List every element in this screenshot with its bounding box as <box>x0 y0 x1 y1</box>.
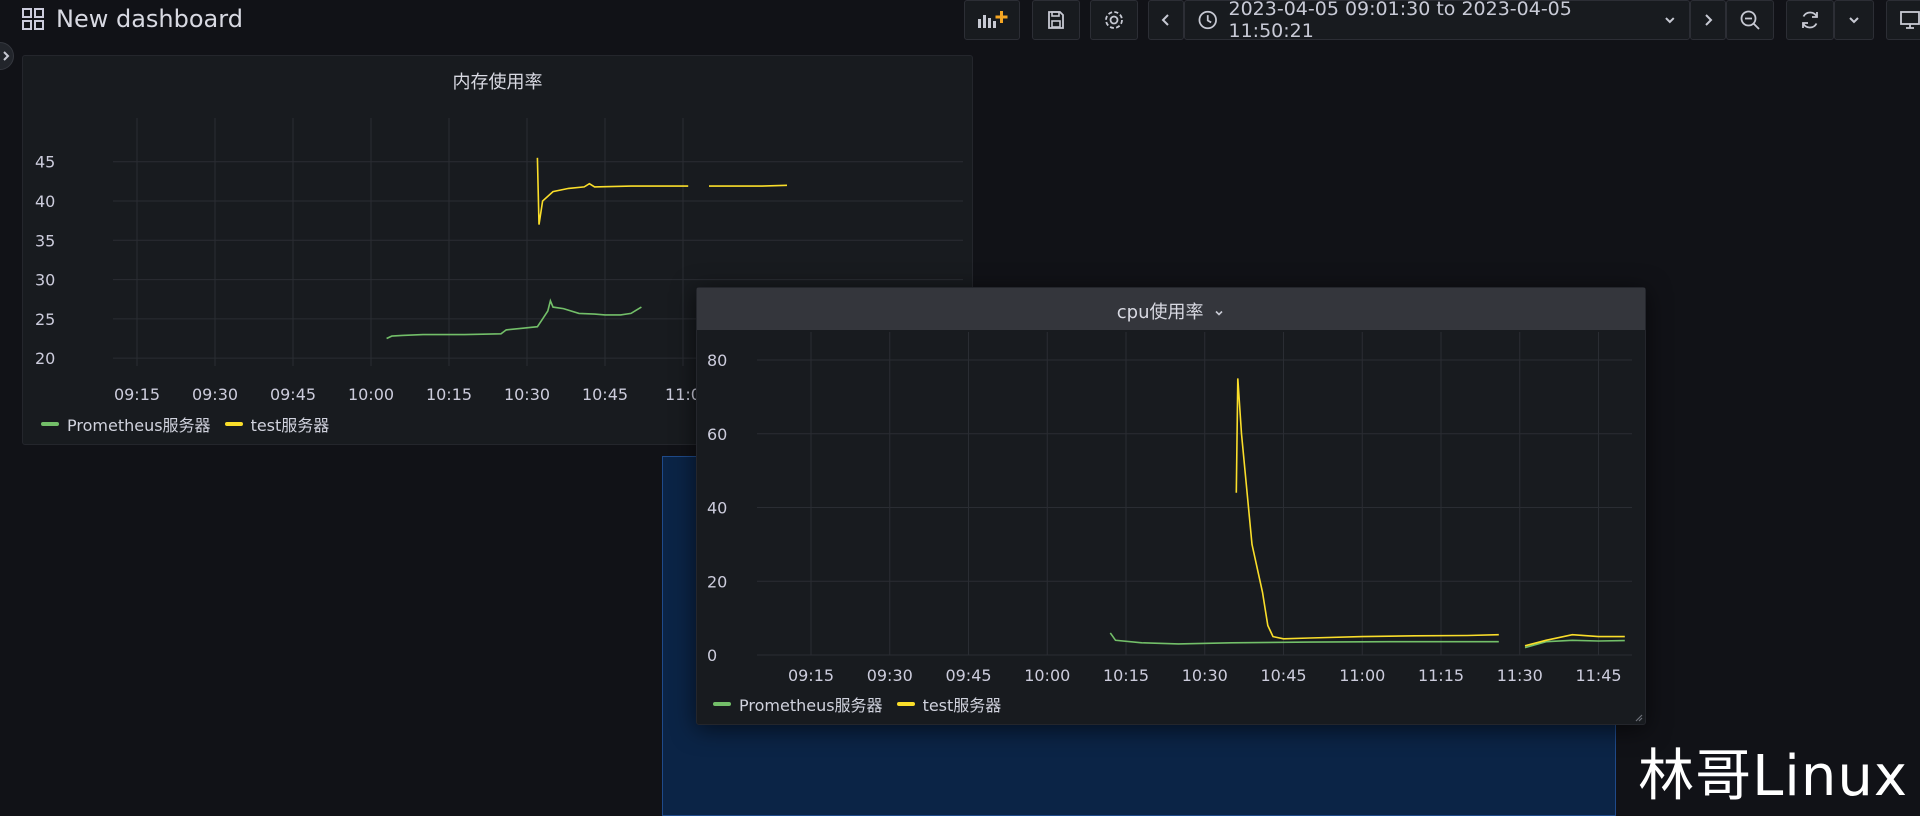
add-panel-button[interactable] <box>964 0 1020 40</box>
series-line <box>536 157 689 225</box>
series-line <box>709 184 788 187</box>
x-tick-label: 10:30 <box>1182 666 1228 685</box>
save-button[interactable] <box>1032 0 1080 40</box>
chevron-left-icon <box>1161 14 1169 26</box>
y-tick-label: 60 <box>707 425 727 444</box>
legend-label: Prometheus服务器 <box>739 696 883 715</box>
y-tick-label: 40 <box>707 499 727 518</box>
refresh-button[interactable] <box>1786 0 1834 40</box>
resize-handle-icon[interactable] <box>1633 712 1643 722</box>
watermark: 林哥Linux <box>1638 744 1908 809</box>
x-tick-label: 09:45 <box>945 666 991 685</box>
y-tick-label: 20 <box>707 572 727 591</box>
legend-label: Prometheus服务器 <box>67 416 211 435</box>
legend-item-prometheus[interactable]: Prometheus服务器 <box>713 692 883 716</box>
settings-button[interactable] <box>1090 0 1138 40</box>
x-tick-label: 10:45 <box>1260 666 1306 685</box>
chevron-right-icon <box>3 51 10 61</box>
y-tick-label: 45 <box>35 153 55 172</box>
time-back-button[interactable] <box>1148 0 1184 40</box>
y-tick-label: 40 <box>35 192 55 211</box>
legend-item-test[interactable]: test服务器 <box>896 692 1002 716</box>
tv-icon <box>1900 11 1920 29</box>
time-range-picker[interactable]: 2023-04-05 09:01:30 to 2023-04-05 11:50:… <box>1184 0 1690 42</box>
y-tick-label: 0 <box>707 646 717 665</box>
refresh-icon <box>1802 11 1818 29</box>
legend-label: test服务器 <box>250 416 330 435</box>
x-tick-label: 10:45 <box>582 385 628 404</box>
time-range-label: 2023-04-05 09:01:30 to 2023-04-05 11:50:… <box>1228 0 1572 42</box>
x-tick-label: 11:45 <box>1575 666 1621 685</box>
save-icon <box>1048 11 1064 29</box>
legend-item-test[interactable]: test服务器 <box>224 412 330 436</box>
x-tick-label: 09:45 <box>270 385 316 404</box>
x-tick-label: 09:15 <box>788 666 834 685</box>
x-tick-label: 11:00 <box>1339 666 1385 685</box>
legend: Prometheus服务器 test服务器 <box>41 412 329 436</box>
chevron-down-icon <box>1849 17 1859 24</box>
x-tick-label: 11:15 <box>1418 666 1464 685</box>
dashboard-title-area[interactable]: New dashboard <box>22 4 243 34</box>
apps-icon <box>22 8 44 30</box>
x-tick-label: 11:30 <box>1497 666 1543 685</box>
x-tick-label: 10:15 <box>426 385 472 404</box>
legend-swatch <box>713 702 731 706</box>
x-tick-label: 10:30 <box>504 385 550 404</box>
tv-mode-button[interactable] <box>1886 0 1920 40</box>
legend-label: test服务器 <box>922 696 1002 715</box>
y-tick-label: 35 <box>35 231 55 250</box>
gear-icon <box>1105 11 1123 29</box>
y-tick-label: 20 <box>35 349 55 368</box>
time-forward-button[interactable] <box>1690 0 1726 40</box>
series-line <box>386 298 642 340</box>
sidebar-toggle[interactable] <box>0 42 14 70</box>
x-tick-label: 10:00 <box>348 385 394 404</box>
cpu-usage-panel[interactable]: cpu使用率 80 60 40 20 0 09:15 09:30 09:45 10:00 10:1… <box>696 287 1646 725</box>
page-title[interactable]: New dashboard <box>56 5 243 33</box>
y-tick-label: 80 <box>707 351 727 370</box>
add-panel-icon <box>978 11 1008 28</box>
zoom-out-button[interactable] <box>1726 0 1774 40</box>
y-tick-label: 30 <box>35 271 55 290</box>
refresh-interval-dropdown[interactable] <box>1834 0 1874 40</box>
chevron-right-icon <box>1705 14 1713 26</box>
chevron-down-icon <box>1665 17 1675 24</box>
x-tick-label: 10:00 <box>1024 666 1070 685</box>
legend-swatch <box>41 422 59 426</box>
x-tick-label: 09:30 <box>192 385 238 404</box>
x-tick-label: 09:15 <box>114 385 160 404</box>
top-bar: New dashboard 2023-04-05 09:01:30 to 202… <box>0 0 1920 44</box>
y-tick-label: 25 <box>35 310 55 329</box>
legend: Prometheus服务器 test服务器 <box>713 692 1001 716</box>
legend-swatch <box>224 422 243 426</box>
series-line <box>1235 378 1499 640</box>
legend-item-prometheus[interactable]: Prometheus服务器 <box>41 412 211 436</box>
zoom-out-icon <box>1740 10 1760 30</box>
legend-swatch <box>896 702 915 706</box>
cpu-usage-chart[interactable]: 80 60 40 20 0 09:15 09:30 09:45 10:00 10:15 10:30 1… <box>697 288 1647 726</box>
x-tick-label: 09:30 <box>867 666 913 685</box>
clock-icon <box>1198 10 1217 30</box>
x-tick-label: 10:15 <box>1103 666 1149 685</box>
